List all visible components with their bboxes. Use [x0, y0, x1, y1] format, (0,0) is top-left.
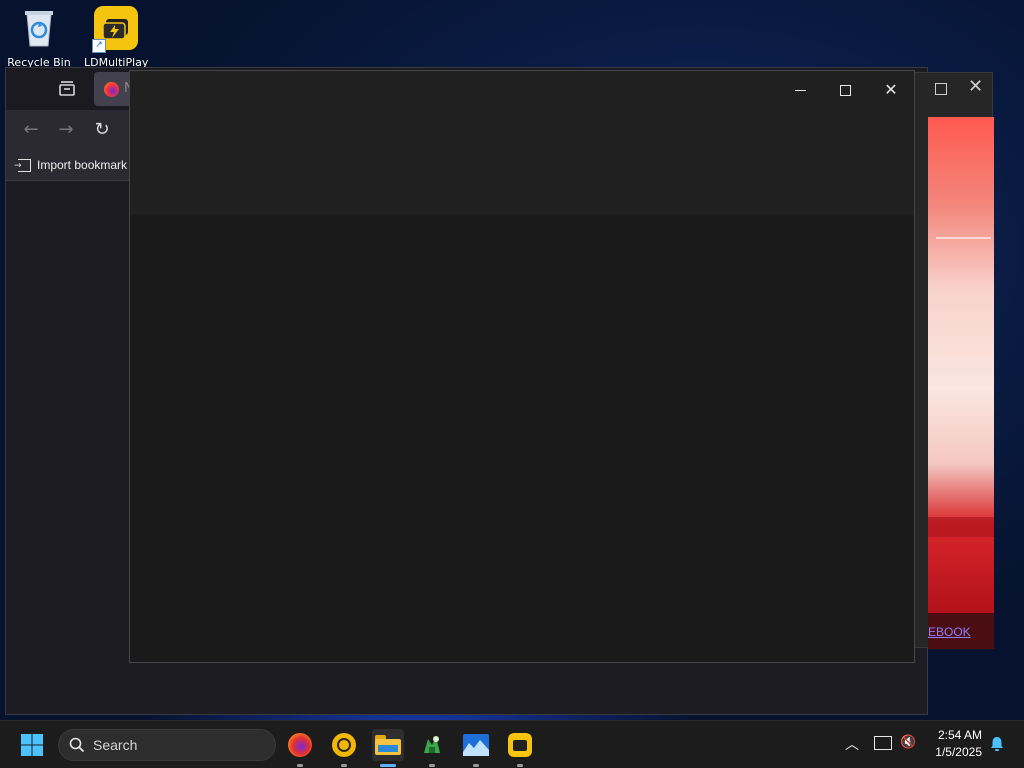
facebook-link[interactable]: EBOOK — [928, 625, 971, 639]
ldmultiplayer-icon — [508, 733, 532, 757]
running-indicator — [517, 764, 523, 767]
clock[interactable]: 2:54 AM 1/5/2025 — [935, 727, 982, 761]
notification-bell-icon[interactable] — [988, 735, 1006, 753]
network-icon[interactable] — [874, 736, 892, 750]
reload-icon[interactable]: ↻ — [90, 118, 114, 142]
volume-muted-icon[interactable]: 🔇 — [900, 734, 918, 752]
search-icon — [69, 737, 85, 753]
game-window[interactable]: ✕ EBOOK — [914, 72, 994, 649]
taskbar-game-app[interactable] — [416, 729, 448, 767]
clock-time: 2:54 AM — [937, 728, 982, 742]
taskbar-ldplayer[interactable] — [328, 729, 360, 767]
desktop-icon-recycle-bin[interactable]: Recycle Bin — [7, 6, 71, 69]
maximize-icon — [839, 84, 851, 96]
firefox-icon — [288, 733, 312, 757]
show-hidden-icons-button[interactable]: ︿ — [842, 735, 862, 755]
game-banner-image — [928, 117, 994, 613]
search-label: Search — [93, 737, 138, 753]
running-indicator — [341, 764, 347, 767]
ldplayer-icon — [332, 733, 356, 757]
taskbar-mountain-app[interactable] — [460, 729, 492, 767]
taskbar: Search ︿ 🔇 2:54 AM 1/5/2025 — [0, 720, 1024, 768]
running-indicator — [429, 764, 435, 767]
mountain-app-icon — [463, 734, 489, 756]
firefox-tab-icon — [104, 82, 119, 97]
import-bookmarks-button[interactable]: → Import bookmark — [14, 156, 128, 174]
game-app-icon — [424, 736, 440, 753]
game-maximize-icon[interactable] — [935, 83, 947, 95]
forward-arrow-icon[interactable]: → — [54, 118, 78, 142]
active-indicator — [380, 764, 396, 767]
taskbar-ldmultiplayer[interactable] — [504, 729, 536, 767]
game-close-icon[interactable]: ✕ — [968, 77, 983, 97]
start-button[interactable] — [16, 729, 48, 761]
taskbar-file-explorer[interactable] — [372, 729, 404, 767]
tab-overview-icon[interactable] — [56, 78, 78, 100]
chevron-up-icon: ︿ — [845, 737, 859, 753]
minimize-button[interactable] — [778, 75, 822, 105]
shortcut-arrow-icon: ↗ — [92, 39, 106, 53]
desktop-icon-ldmultiplayer[interactable]: ↗ LDMultiPlayer — [84, 6, 148, 69]
close-icon: ✕ — [884, 80, 898, 99]
close-button[interactable]: ✕ — [869, 75, 913, 105]
running-indicator — [473, 764, 479, 767]
import-bookmarks-label: Import bookmark — [37, 158, 128, 172]
maximize-button[interactable] — [823, 75, 867, 105]
running-indicator — [297, 764, 303, 767]
search-box[interactable]: Search — [58, 729, 276, 761]
ldmultiplayer-icon: ↗ — [92, 6, 138, 53]
import-icon: → — [14, 158, 31, 172]
taskbar-firefox[interactable] — [284, 729, 316, 767]
windows-logo-icon — [21, 734, 43, 756]
blank-app-window[interactable]: ✕ — [129, 70, 915, 663]
minimize-icon — [794, 89, 806, 91]
recycle-bin-icon — [17, 6, 61, 50]
back-arrow-icon[interactable]: ← — [19, 118, 43, 142]
clock-date: 1/5/2025 — [935, 745, 982, 759]
file-explorer-icon — [375, 735, 401, 755]
